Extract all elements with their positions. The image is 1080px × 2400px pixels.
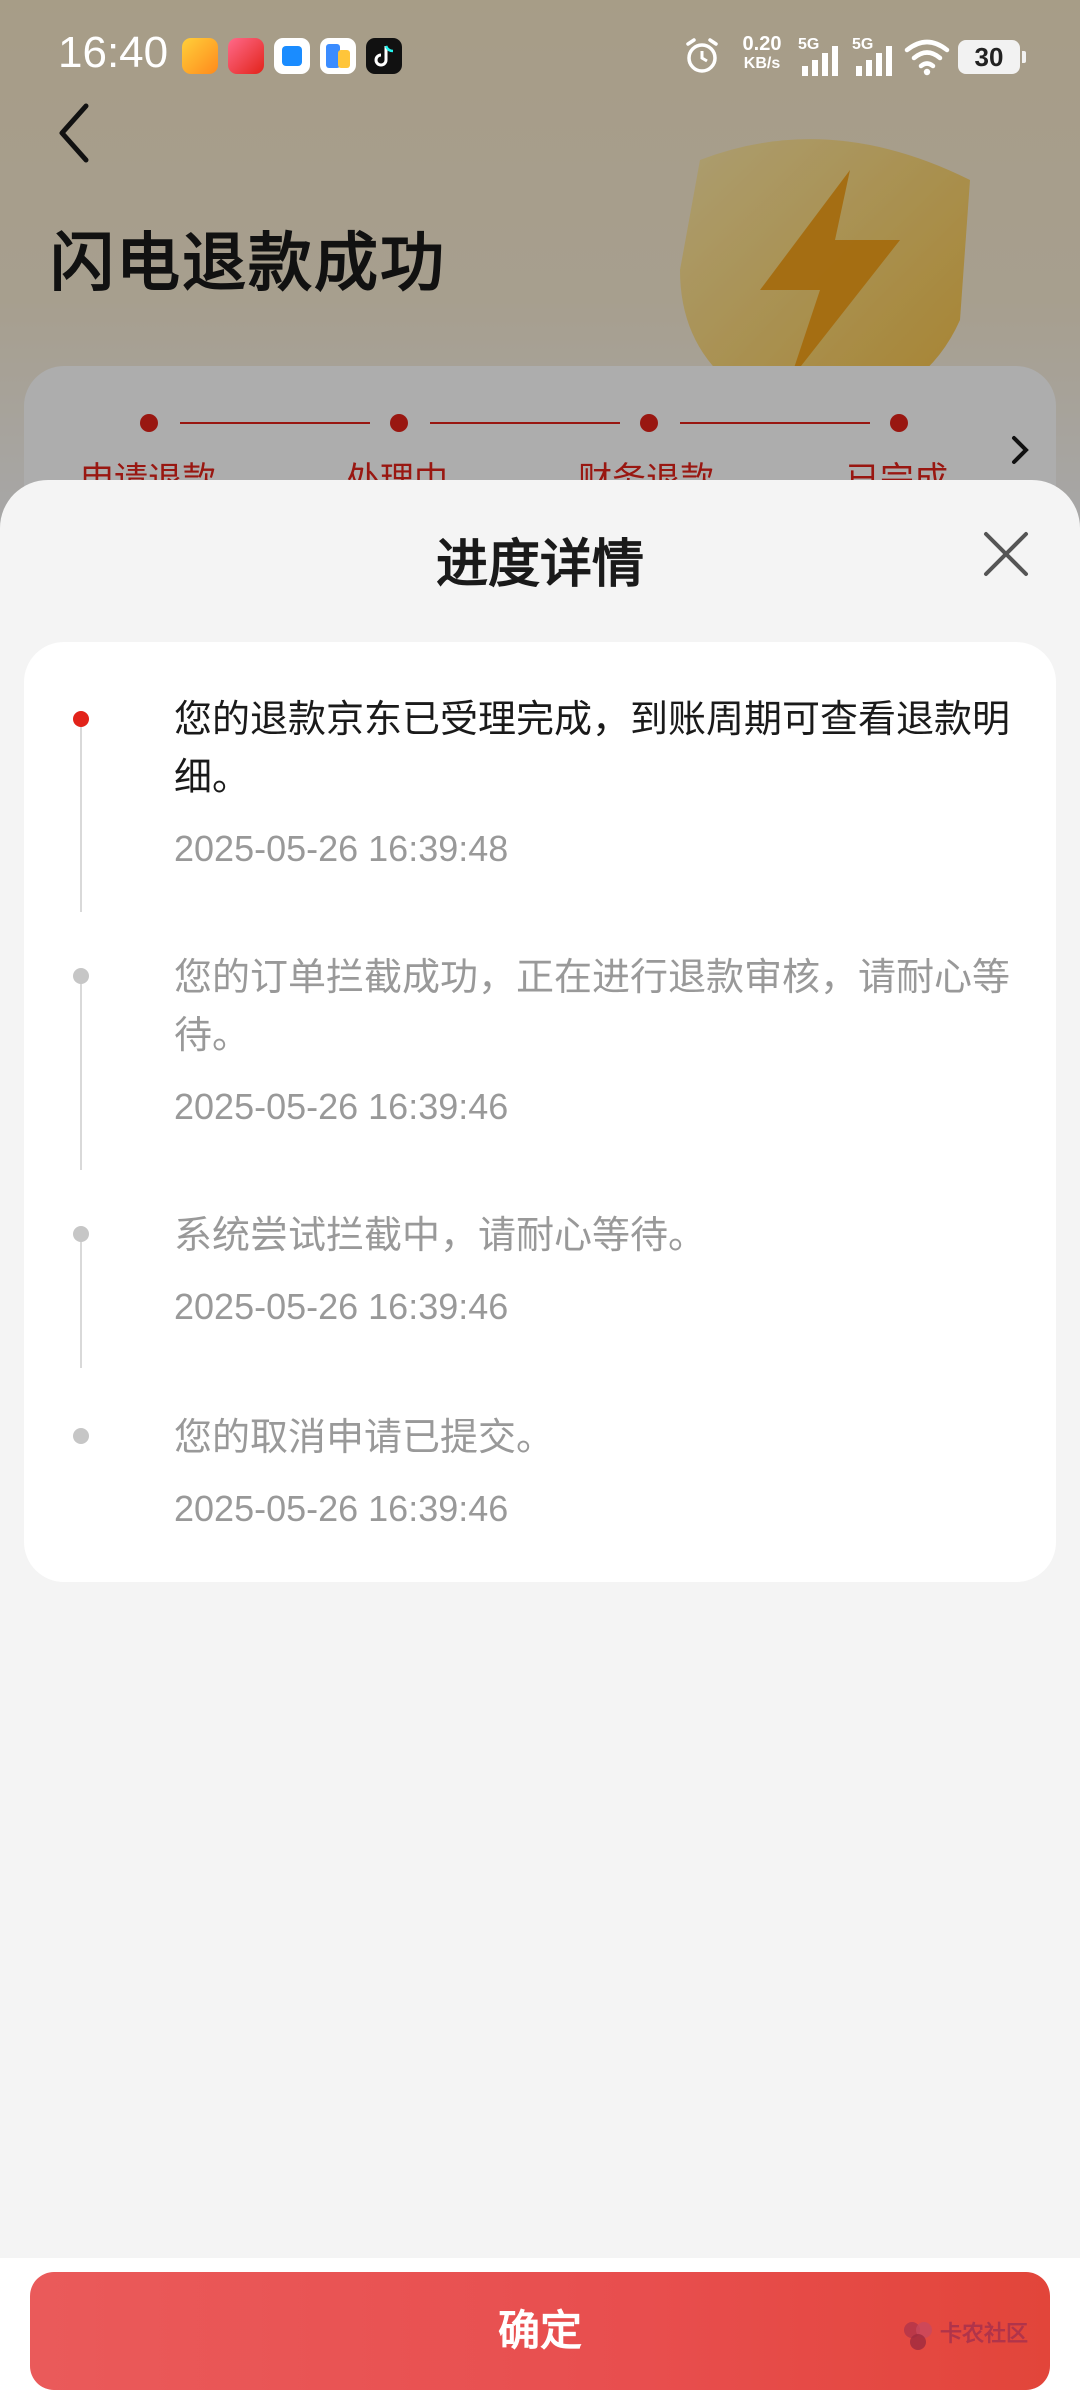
status-time: 16:40 <box>58 28 169 77</box>
network-speed: 0.20 KB/s <box>742 33 782 72</box>
video-app-icon <box>182 38 218 74</box>
timeline-item-time: 2025-05-26 16:39:48 <box>174 828 509 869</box>
timeline-dot <box>73 968 89 984</box>
alarm-icon <box>686 38 718 73</box>
progress-details-sheet: 进度详情 您的退款京东已受理完成，到账周期可查看退款明细。 2025-05-26… <box>0 480 1080 2400</box>
file-app-icon <box>320 38 356 74</box>
status-bar: 16:40 0.20 KB/s 5G 5G 30 <box>0 0 1080 110</box>
watermark-text: 卡农社区 <box>940 2322 1029 2347</box>
battery-icon: 30 <box>958 40 1026 74</box>
wifi-icon <box>904 39 950 76</box>
timeline-dot <box>73 1226 89 1242</box>
timeline-item-time: 2025-05-26 16:39:46 <box>174 1488 509 1529</box>
timeline-item-text: 您的订单拦截成功，正在进行退款审核，请耐心等待。 <box>174 955 1011 1057</box>
sheet-title: 进度详情 <box>435 535 644 595</box>
bottom-bar: 确定 卡农社区 <box>0 2258 1080 2400</box>
signal-icon <box>802 46 838 76</box>
timeline-item-text: 您的取消申请已提交。 <box>174 1415 555 1459</box>
timeline-dot <box>73 1428 89 1444</box>
shopping-618-app-icon <box>228 38 264 74</box>
timeline-card: 您的退款京东已受理完成，到账周期可查看退款明细。 2025-05-26 16:3… <box>24 642 1056 1582</box>
timeline-connector <box>80 722 82 912</box>
timeline-connector <box>80 980 82 1170</box>
timeline-item-time: 2025-05-26 16:39:46 <box>174 1086 509 1127</box>
watermark-logo-icon <box>904 2322 932 2350</box>
close-icon[interactable] <box>978 526 1034 582</box>
timeline-item-text: 您的退款京东已受理完成，到账周期可查看退款明细。 <box>174 697 1011 799</box>
timeline-connector <box>80 1238 82 1368</box>
blue-app-icon <box>274 38 310 74</box>
timeline-item-text: 系统尝试拦截中，请耐心等待。 <box>174 1213 707 1257</box>
signal-icon <box>856 46 892 76</box>
tiktok-icon <box>366 38 402 74</box>
timeline-item-time: 2025-05-26 16:39:46 <box>174 1286 509 1327</box>
timeline-dot-active <box>73 711 89 727</box>
confirm-button[interactable]: 确定 <box>30 2272 1050 2390</box>
